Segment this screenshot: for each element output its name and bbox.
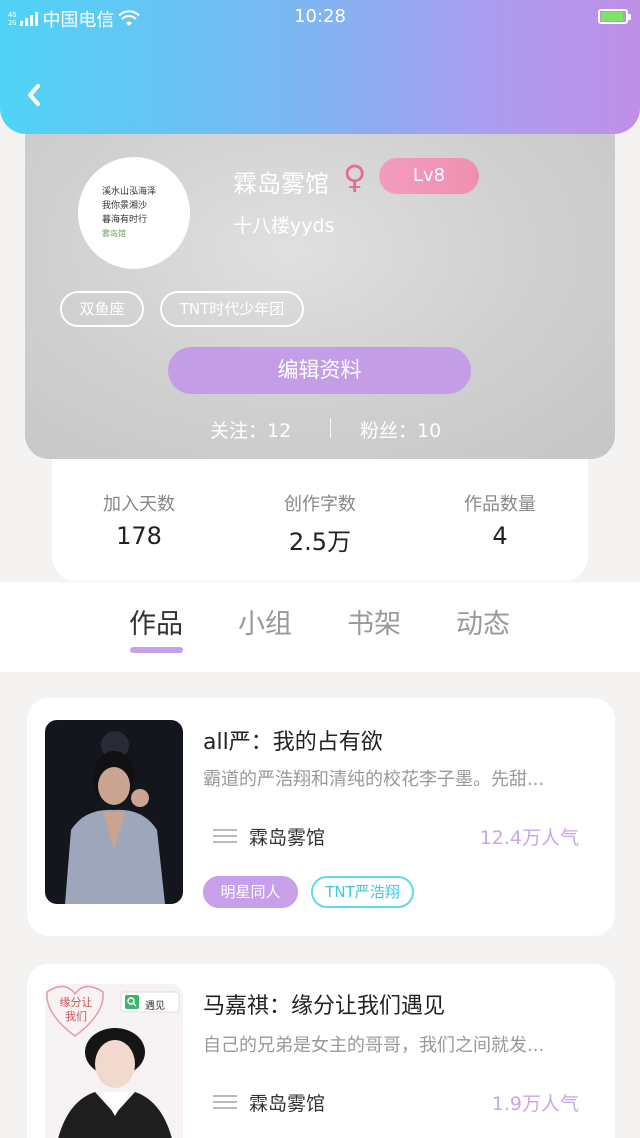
stat-value: 2.5万 xyxy=(288,528,352,556)
battery-icon xyxy=(598,9,631,24)
followers-count[interactable]: 粉丝：10 xyxy=(360,416,441,443)
author-name[interactable]: 霖岛雾馆 xyxy=(249,823,325,850)
work-cover-image[interactable]: 缘分让 我们 遇见 xyxy=(45,984,183,1138)
edit-profile-button[interactable]: 编辑资料 xyxy=(168,347,471,394)
nickname: 霖岛雾馆 xyxy=(233,170,329,198)
tag-character[interactable]: TNT严浩翔 xyxy=(311,876,414,908)
stat-label: 作品数量 xyxy=(464,494,536,515)
work-card[interactable]: all严：我的占有欲 霸道的严浩翔和清纯的校花李子墨。先甜... 霖岛雾馆 12… xyxy=(27,698,615,936)
level-badge: Lv8 xyxy=(379,158,479,194)
avatar-line: 暮海有时行 xyxy=(102,215,148,225)
tab-indicator xyxy=(130,647,183,653)
stat-join-days: 加入天数 178 xyxy=(64,490,214,550)
avatar-line: 我你景湘沙 xyxy=(102,201,148,211)
battery-level xyxy=(601,12,623,21)
work-title[interactable]: 马嘉祺：缘分让我们遇见 xyxy=(203,988,445,1020)
cover-photo xyxy=(45,720,183,904)
work-description: 霸道的严浩翔和清纯的校花李子墨。先甜... xyxy=(203,769,545,790)
popularity-count: 1.9万人气 xyxy=(491,1093,579,1115)
cover-caption-line: 缘分让 xyxy=(59,996,93,1009)
tag-zodiac[interactable]: 双鱼座 xyxy=(60,291,144,327)
tab-works[interactable]: 作品 xyxy=(129,602,183,641)
stat-word-count: 创作字数 2.5万 xyxy=(245,490,395,557)
stat-label: 加入天数 xyxy=(103,494,175,515)
popularity-count: 12.4万人气 xyxy=(479,827,579,849)
stat-value: 4 xyxy=(492,522,508,550)
avatar[interactable]: 溪水山泓海泽 我你景湘沙 暮海有时行 雾岛馆 xyxy=(78,157,190,269)
tab-bar: 作品 小组 书架 动态 xyxy=(0,582,640,672)
stats-card: 加入天数 178 创作字数 2.5万 作品数量 4 xyxy=(52,450,588,581)
work-description: 自己的兄弟是女主的哥哥，我们之间就发... xyxy=(203,1035,545,1056)
tab-activity[interactable]: 动态 xyxy=(456,602,510,641)
back-icon[interactable] xyxy=(22,80,46,110)
clock: 10:28 xyxy=(294,6,346,27)
signature: 十八楼yyds xyxy=(233,215,335,237)
divider xyxy=(330,418,331,438)
tab-bookshelf[interactable]: 书架 xyxy=(347,602,401,641)
avatar-line: 雾岛馆 xyxy=(102,229,126,238)
cover-caption: 缘分让 我们 xyxy=(49,996,103,1024)
stat-label: 创作字数 xyxy=(284,494,356,515)
profile-card: 溪水山泓海泽 我你景湘沙 暮海有时行 雾岛馆 霖岛雾馆 ♀ Lv8 十八楼yyd… xyxy=(25,110,615,459)
work-cover-image[interactable] xyxy=(45,720,183,904)
following-count[interactable]: 关注：12 xyxy=(210,416,291,443)
avatar-handwriting: 溪水山泓海泽 我你景湘沙 暮海有时行 雾岛馆 xyxy=(102,185,156,241)
author-avatar xyxy=(211,1091,239,1113)
tab-groups[interactable]: 小组 xyxy=(238,602,292,641)
avatar-line: 溪水山泓海泽 xyxy=(102,187,157,197)
tag-fandom[interactable]: TNT时代少年团 xyxy=(160,291,304,327)
stat-works-count: 作品数量 4 xyxy=(425,490,575,550)
female-icon: ♀ xyxy=(343,158,367,196)
work-title[interactable]: all严：我的占有欲 xyxy=(203,724,383,756)
tag-genre[interactable]: 明星同人 xyxy=(203,876,298,908)
stat-value: 178 xyxy=(116,522,162,550)
cover-caption-line: 我们 xyxy=(65,1010,87,1023)
header-bar: 4G 2G 中国电信 10:28 xyxy=(0,0,640,134)
cover-search-label: 遇见 xyxy=(145,1001,165,1012)
author-name[interactable]: 霖岛雾馆 xyxy=(249,1089,325,1116)
author-avatar xyxy=(211,825,239,847)
search-icon xyxy=(127,997,137,1007)
status-bar: 4G 2G 中国电信 10:28 xyxy=(0,0,640,34)
work-card[interactable]: 缘分让 我们 遇见 马嘉祺：缘分让我们遇见 自己的兄弟是女主的哥哥，我们之间就发… xyxy=(27,964,615,1138)
follow-row: 关注：12 粉丝：10 xyxy=(25,416,615,443)
